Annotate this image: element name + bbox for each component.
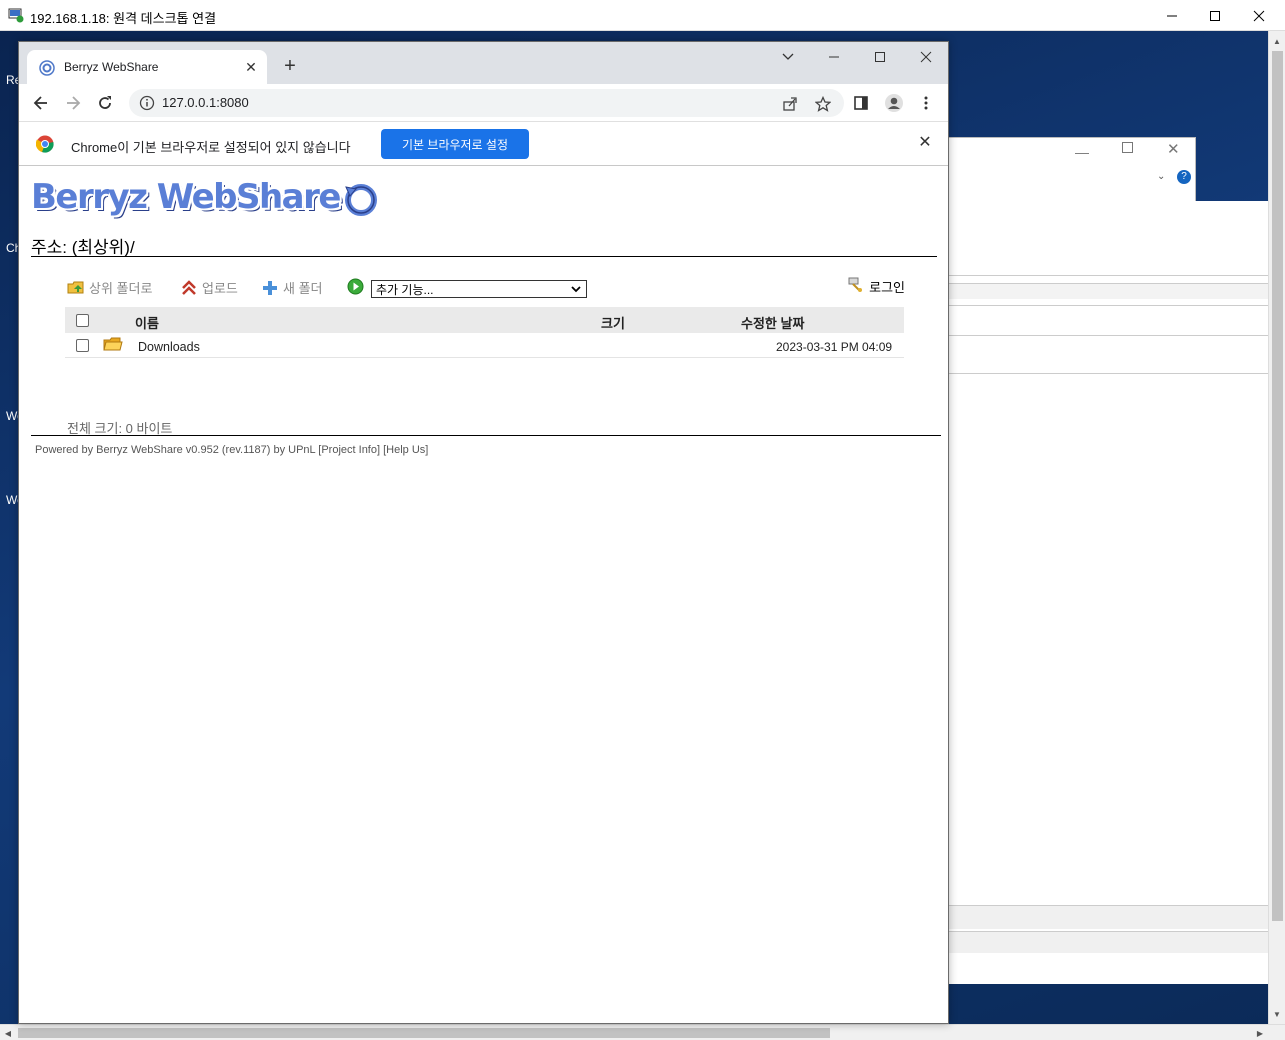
rdp-maximize-button[interactable] <box>1192 0 1238 31</box>
background-window: — ✕ ⌄ ? <box>946 137 1196 207</box>
webshare-favicon-icon <box>39 60 55 76</box>
background-window-body <box>946 201 1268 984</box>
site-info-icon[interactable] <box>139 95 155 111</box>
select-all-checkbox[interactable] <box>76 314 89 327</box>
browser-minimize-button[interactable] <box>811 42 857 72</box>
new-tab-button[interactable]: + <box>279 56 301 78</box>
path-text: 주소: (최상위)/ <box>31 238 135 257</box>
horizontal-scroll-thumb[interactable] <box>18 1028 830 1038</box>
rdp-titlebar: 192.168.1.18: 원격 데스크톱 연결 <box>0 0 1285 31</box>
browser-window: Berryz WebShare ✕ + 127.0.0.1:8080 Chrom… <box>18 41 949 1024</box>
bg-help-icon[interactable]: ? <box>1177 170 1191 184</box>
side-panel-icon[interactable] <box>849 91 873 115</box>
tab-close-icon[interactable]: ✕ <box>243 59 259 75</box>
berryz-webshare-logo[interactable]: Berryz WebShare <box>31 177 377 217</box>
scroll-up-icon[interactable]: ▲ <box>1269 33 1285 49</box>
file-modified: 2023-03-31 PM 04:09 <box>776 340 893 354</box>
column-size-header[interactable]: 크기 <box>601 313 625 332</box>
scroll-left-icon[interactable]: ◀ <box>0 1025 16 1040</box>
footer-credits[interactable]: Powered by Berryz WebShare v0.952 (rev.1… <box>35 444 428 456</box>
share-icon[interactable] <box>779 93 801 115</box>
chrome-menu-icon[interactable] <box>914 91 938 115</box>
bg-maximize-icon[interactable] <box>1122 142 1133 153</box>
scroll-right-icon[interactable]: ▶ <box>1252 1025 1268 1040</box>
extra-features-select[interactable]: 추가 기능... <box>371 280 587 298</box>
bg-close-icon[interactable]: ✕ <box>1167 140 1180 158</box>
vertical-scrollbar[interactable]: ▲ ▼ <box>1268 31 1285 1024</box>
vertical-scroll-thumb[interactable] <box>1272 51 1283 921</box>
parent-folder-button[interactable]: 상위 폴더로 <box>67 278 152 297</box>
url-text[interactable]: 127.0.0.1:8080 <box>162 95 249 110</box>
bg-minimize-icon[interactable]: — <box>1075 144 1089 160</box>
parent-folder-label: 상위 폴더로 <box>89 281 153 296</box>
upload-chevron-icon <box>180 279 198 297</box>
browser-toolbar: 127.0.0.1:8080 <box>19 84 948 121</box>
action-toolbar: 상위 폴더로 업로드 새 폴더 추가 기능... 로그인 <box>65 275 905 299</box>
chrome-logo-icon <box>35 135 54 153</box>
profile-avatar-icon[interactable] <box>882 91 906 115</box>
current-path: 주소: (최상위)/ <box>31 231 937 257</box>
browser-close-button[interactable] <box>903 42 948 72</box>
folder-icon <box>103 337 123 356</box>
tab-title: Berryz WebShare <box>64 60 159 74</box>
plus-icon <box>261 279 279 297</box>
infobar-message: Chrome이 기본 브라우저로 설정되어 있지 않습니다 <box>71 140 351 155</box>
bookmark-star-icon[interactable] <box>812 93 834 115</box>
login-key-icon <box>847 277 865 296</box>
forward-arrow-icon[interactable] <box>61 91 85 115</box>
new-folder-button[interactable]: 새 폴더 <box>261 278 323 297</box>
browser-maximize-button[interactable] <box>857 42 903 72</box>
rdp-minimize-button[interactable] <box>1149 0 1195 31</box>
horizontal-scrollbar[interactable]: ◀ ▶ <box>0 1024 1285 1040</box>
file-name-link[interactable]: Downloads <box>138 340 200 354</box>
file-table: 이름 크기 수정한 날짜 Downloads 2023-03-31 PM 04:… <box>65 307 904 358</box>
address-bar[interactable]: 127.0.0.1:8080 <box>129 89 844 117</box>
extra-features-value: 추가 기능... <box>376 282 434 297</box>
table-row[interactable]: Downloads 2023-03-31 PM 04:09 <box>65 333 904 358</box>
bg-chevron-down-icon[interactable]: ⌄ <box>1157 171 1165 182</box>
scroll-down-icon[interactable]: ▼ <box>1269 1006 1285 1022</box>
footer-divider <box>31 435 941 436</box>
table-header: 이름 크기 수정한 날짜 <box>65 307 904 333</box>
tab-search-button[interactable] <box>765 42 811 72</box>
logo-text: Berryz WebShare <box>31 177 341 217</box>
set-default-browser-button[interactable]: 기본 브라우저로 설정 <box>381 129 529 159</box>
new-folder-label: 새 폴더 <box>283 281 323 296</box>
column-modified-header[interactable]: 수정한 날짜 <box>741 313 804 332</box>
row-checkbox[interactable] <box>76 339 89 352</box>
go-circle-icon[interactable] <box>347 278 364 295</box>
column-name-header[interactable]: 이름 <box>135 313 159 332</box>
default-browser-infobar: Chrome이 기본 브라우저로 설정되어 있지 않습니다 기본 브라우저로 설… <box>19 121 948 166</box>
upload-button[interactable]: 업로드 <box>180 278 238 297</box>
webshare-page: Berryz WebShare 주소: (최상위)/ 상위 폴더로 업로드 새 … <box>19 167 948 1023</box>
folder-up-icon <box>67 279 85 297</box>
back-arrow-icon[interactable] <box>29 91 53 115</box>
infobar-close-icon[interactable]: ✕ <box>916 134 934 152</box>
logo-swirl-icon <box>344 183 378 217</box>
remote-desktop-icon <box>8 7 24 23</box>
reload-icon[interactable] <box>93 91 117 115</box>
upload-label: 업로드 <box>202 281 238 296</box>
login-button[interactable]: 로그인 <box>847 277 905 296</box>
chevron-down-icon <box>570 283 582 298</box>
rdp-close-button[interactable] <box>1236 0 1282 31</box>
tab-berryz-webshare[interactable]: Berryz WebShare ✕ <box>27 50 267 84</box>
login-label: 로그인 <box>869 280 905 295</box>
rdp-window-title: 192.168.1.18: 원격 데스크톱 연결 <box>30 11 217 26</box>
tab-strip: Berryz WebShare ✕ + <box>19 42 948 84</box>
